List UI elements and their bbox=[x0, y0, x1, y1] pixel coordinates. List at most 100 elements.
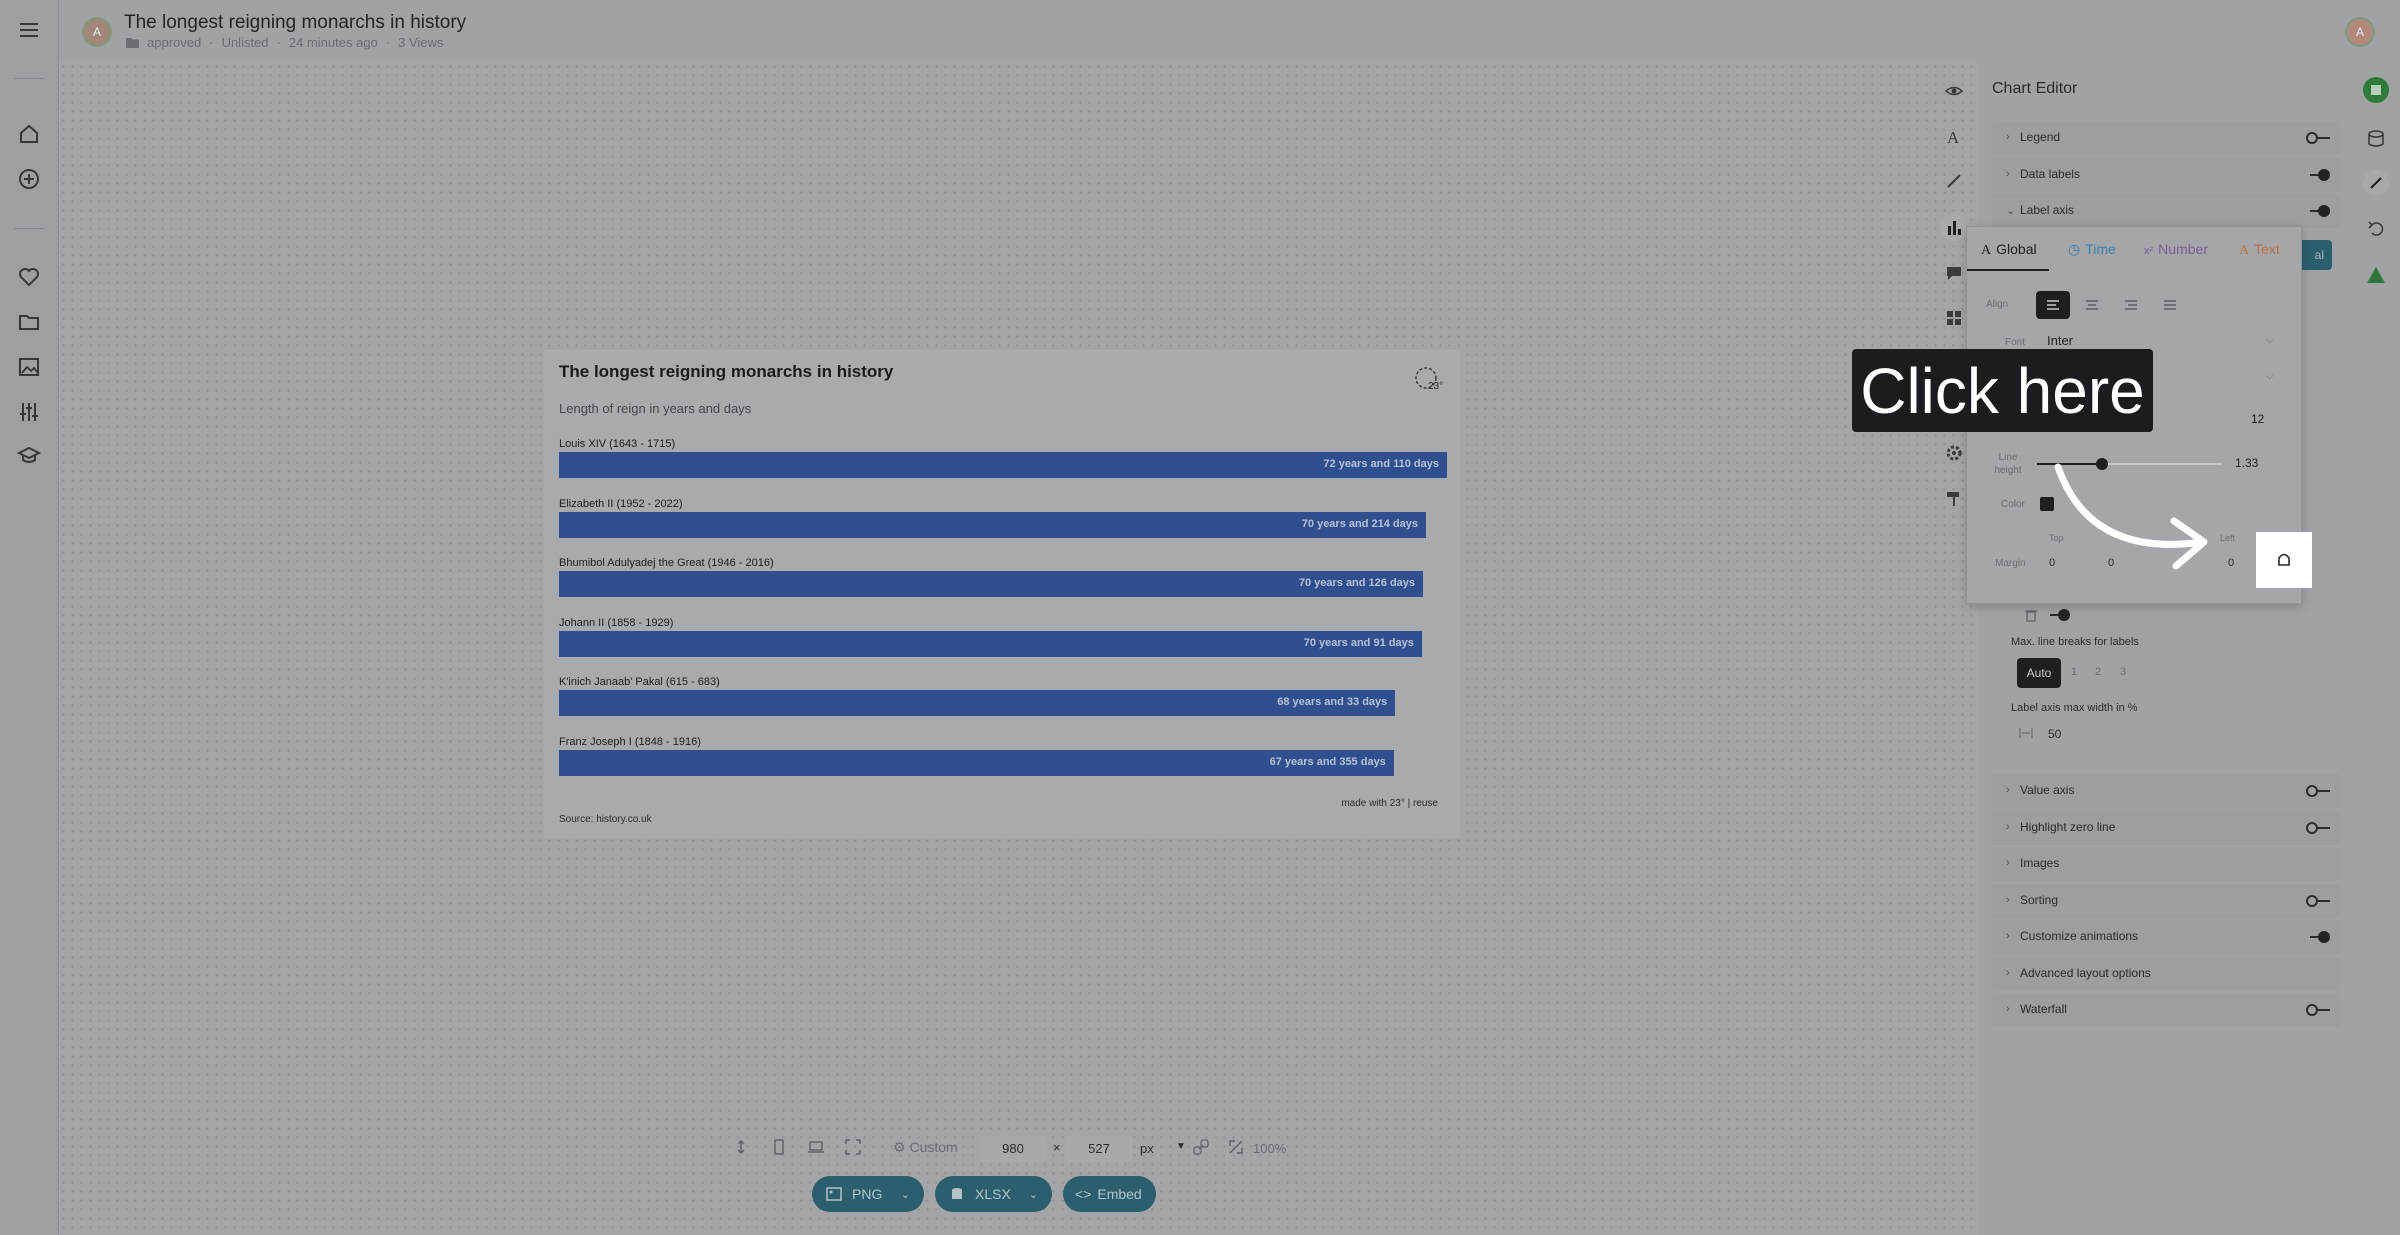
line-breaks-2-button[interactable]: 2 bbox=[2095, 666, 2101, 678]
export-png-button[interactable]: PNG ⌄ bbox=[812, 1176, 924, 1212]
brush-icon[interactable] bbox=[1945, 172, 1963, 190]
editor-section-row[interactable]: › Highlight zero line bbox=[1992, 810, 2340, 845]
export-xlsx-button[interactable]: XLSX ⌄ bbox=[935, 1176, 1052, 1212]
gear-icon[interactable] bbox=[1945, 444, 1963, 462]
link-dimensions-icon[interactable] bbox=[1192, 1138, 1210, 1156]
pencil-icon[interactable] bbox=[2363, 170, 2389, 196]
save-icon[interactable] bbox=[2363, 77, 2389, 103]
made-with-label[interactable]: made with 23° | reuse bbox=[1341, 798, 1438, 809]
chevron-icon: › bbox=[2006, 857, 2010, 869]
editor-section-row[interactable]: › Waterfall bbox=[1992, 993, 2340, 1027]
section-toggle[interactable] bbox=[2306, 821, 2330, 834]
database-icon[interactable] bbox=[2363, 126, 2389, 152]
bar[interactable]: 67 years and 355 days bbox=[559, 749, 1394, 776]
weight-chevron-down-icon[interactable]: ⌵ bbox=[2266, 371, 2274, 382]
grid-icon[interactable] bbox=[1945, 309, 1963, 327]
align-center-button[interactable] bbox=[2075, 291, 2109, 319]
align-left-button[interactable] bbox=[2036, 291, 2070, 319]
section-toggle[interactable] bbox=[2306, 168, 2330, 181]
graduation-cap-icon[interactable] bbox=[17, 444, 41, 468]
tab-number[interactable]: x² Number bbox=[2144, 241, 2208, 257]
toggle-knob bbox=[2306, 821, 2318, 834]
add-circle-icon[interactable] bbox=[17, 167, 41, 191]
line-breaks-3-button[interactable]: 3 bbox=[2120, 666, 2126, 678]
margin-lock-button[interactable] bbox=[2256, 532, 2312, 588]
sliders-icon[interactable] bbox=[17, 400, 41, 424]
fit-height-icon[interactable] bbox=[732, 1138, 750, 1156]
comment-icon[interactable] bbox=[1945, 264, 1963, 282]
label-axis-max-width-value[interactable]: 50 bbox=[2048, 727, 2061, 741]
unit-dropdown-icon[interactable]: ▼ bbox=[1176, 1141, 1186, 1152]
align-justify-button[interactable] bbox=[2153, 291, 2187, 319]
mobile-device-icon[interactable] bbox=[770, 1138, 788, 1156]
line-breaks-1-button[interactable]: 1 bbox=[2071, 666, 2077, 678]
section-toggle[interactable] bbox=[2306, 1004, 2330, 1016]
bar[interactable]: 70 years and 91 days bbox=[559, 630, 1422, 657]
user-avatar[interactable]: A bbox=[2345, 17, 2375, 47]
editor-section-row[interactable]: ⌄ Label axis bbox=[1992, 194, 2340, 228]
zoom-level[interactable]: 100% bbox=[1253, 1141, 1286, 1156]
line-height-value[interactable]: 1.33 bbox=[2235, 456, 2258, 470]
editor-section-row[interactable]: › Sorting bbox=[1992, 883, 2340, 918]
trash-icon[interactable] bbox=[2024, 608, 2038, 622]
fullscreen-icon[interactable] bbox=[844, 1138, 862, 1156]
width-icon bbox=[2019, 727, 2033, 739]
heart-icon[interactable] bbox=[17, 265, 41, 289]
section-toggle[interactable] bbox=[2306, 931, 2330, 943]
font-size-value[interactable]: 12 bbox=[2251, 412, 2264, 426]
section-toggle[interactable] bbox=[2306, 132, 2330, 144]
editor-section-row[interactable]: › Images bbox=[1992, 847, 2340, 881]
label-axis-sub-toggle[interactable] bbox=[2046, 609, 2070, 621]
toggle-knob bbox=[2306, 132, 2318, 144]
laptop-device-icon[interactable] bbox=[807, 1138, 825, 1156]
paint-roller-icon[interactable] bbox=[1945, 490, 1963, 508]
unit-select[interactable]: px bbox=[1140, 1141, 1154, 1156]
document-avatar[interactable]: A bbox=[82, 17, 112, 47]
align-right-button[interactable] bbox=[2114, 291, 2148, 319]
last-updated: 24 minutes ago bbox=[288, 35, 378, 50]
folder-icon bbox=[126, 37, 139, 48]
tutorial-arrow-icon bbox=[2054, 463, 2208, 570]
image-icon[interactable] bbox=[17, 355, 41, 379]
png-options-chevron-icon[interactable]: ⌄ bbox=[901, 1188, 910, 1201]
size-preset-label: Custom bbox=[909, 1139, 958, 1155]
font-select[interactable]: Inter bbox=[2047, 333, 2073, 348]
eye-icon[interactable] bbox=[1945, 82, 1963, 100]
document-title[interactable]: The longest reigning monarchs in history bbox=[124, 12, 466, 34]
embed-button[interactable]: <> Embed bbox=[1063, 1176, 1156, 1212]
brand-logo-icon[interactable] bbox=[2363, 262, 2389, 288]
section-toggle[interactable] bbox=[2306, 205, 2330, 217]
folder-name[interactable]: approved bbox=[147, 35, 201, 50]
section-toggle[interactable] bbox=[2306, 785, 2330, 797]
bar[interactable]: 70 years and 126 days bbox=[559, 571, 1424, 597]
xlsx-options-chevron-icon[interactable]: ⌄ bbox=[1029, 1188, 1038, 1201]
editor-section-row[interactable]: › Data labels bbox=[1992, 157, 2340, 192]
line-breaks-auto-button[interactable]: Auto bbox=[2017, 658, 2061, 688]
tab-text[interactable]: A Text bbox=[2239, 241, 2280, 259]
folder-icon[interactable] bbox=[17, 310, 41, 334]
chart-settings-icon[interactable] bbox=[1940, 214, 1968, 242]
hamburger-menu-icon[interactable] bbox=[17, 18, 41, 42]
margin-left-value[interactable]: 0 bbox=[2228, 557, 2234, 569]
bar[interactable]: 72 years and 110 days bbox=[559, 452, 1447, 478]
tab-global[interactable]: A Global bbox=[1981, 241, 2037, 259]
tab-time[interactable]: ◷ Time bbox=[2068, 241, 2116, 258]
size-preset-select[interactable]: ⚙ Custom bbox=[893, 1139, 958, 1156]
zoom-fit-icon[interactable] bbox=[1227, 1138, 1245, 1156]
settings-icon: ⚙ bbox=[893, 1139, 906, 1155]
undo-icon[interactable] bbox=[2363, 216, 2389, 242]
margin-left-header: Left bbox=[2220, 533, 2236, 543]
chart-title: The longest reigning monarchs in history bbox=[559, 362, 894, 381]
section-toggle[interactable] bbox=[2306, 894, 2330, 907]
editor-section-row[interactable]: › Advanced layout options bbox=[1992, 956, 2340, 991]
bar[interactable]: 70 years and 214 days bbox=[559, 511, 1426, 538]
editor-section-row[interactable]: › Legend bbox=[1992, 121, 2340, 155]
home-icon[interactable] bbox=[17, 122, 41, 146]
width-input[interactable]: 980 bbox=[980, 1136, 1046, 1162]
typography-icon[interactable]: A bbox=[1947, 128, 1959, 148]
editor-section-row[interactable]: › Value axis bbox=[1992, 774, 2340, 808]
bar[interactable]: 68 years and 33 days bbox=[559, 690, 1396, 716]
height-input[interactable]: 527 bbox=[1066, 1136, 1132, 1162]
editor-section-row[interactable]: › Customize animations bbox=[1992, 920, 2340, 954]
font-chevron-down-icon[interactable]: ⌵ bbox=[2266, 335, 2274, 346]
